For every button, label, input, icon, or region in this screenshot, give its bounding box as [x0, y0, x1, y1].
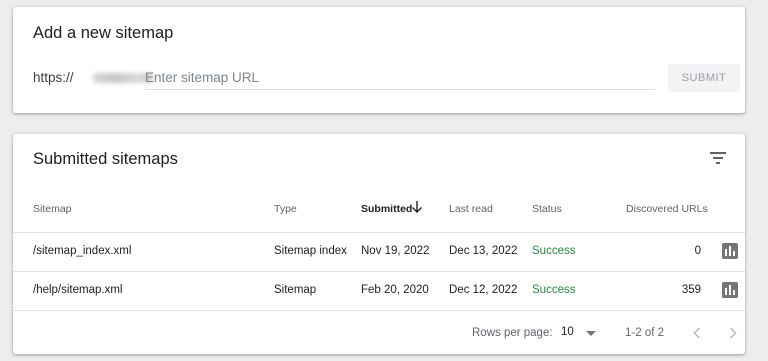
- add-sitemap-card: Add a new sitemap https:// SUBMIT: [13, 7, 745, 113]
- chevron-right-icon[interactable]: [723, 323, 743, 343]
- status-text: Success: [532, 284, 576, 296]
- pagination-range: 1-2 of 2: [625, 327, 664, 339]
- column-header-type[interactable]: Type: [274, 203, 297, 215]
- sitemap-path: /help/sitemap.xml: [33, 284, 123, 296]
- url-prefix: https://: [33, 70, 74, 85]
- add-sitemap-title: Add a new sitemap: [33, 24, 174, 42]
- column-header-discovered-urls[interactable]: Discovered URLs: [626, 203, 708, 215]
- sitemap-url-input[interactable]: [145, 65, 655, 90]
- filter-icon[interactable]: [708, 148, 730, 168]
- chevron-left-icon[interactable]: [687, 323, 707, 343]
- arrow-down-icon[interactable]: [411, 200, 423, 214]
- table-pagination: Rows per page: 10 1-2 of 2: [13, 310, 745, 355]
- discovered-urls-count: 0: [694, 245, 701, 257]
- bar-chart-icon[interactable]: [722, 282, 738, 298]
- table-row[interactable]: /sitemap_index.xml Sitemap index Nov 19,…: [13, 232, 745, 271]
- submitted-sitemaps-card: Submitted sitemaps Sitemap Type Submitte…: [13, 134, 745, 354]
- submitted-date: Nov 19, 2022: [361, 245, 430, 257]
- redacted-domain: [93, 73, 153, 83]
- table-row[interactable]: /help/sitemap.xml Sitemap Feb 20, 2020 D…: [13, 271, 745, 310]
- sitemap-type: Sitemap: [274, 284, 317, 296]
- column-header-status[interactable]: Status: [532, 203, 562, 215]
- discovered-urls-count: 359: [681, 284, 701, 296]
- chevron-down-icon: [586, 331, 596, 336]
- column-header-last-read[interactable]: Last read: [449, 203, 493, 215]
- sitemap-type: Sitemap index: [274, 245, 347, 257]
- rows-per-page-label: Rows per page:: [472, 327, 553, 339]
- bar-chart-icon[interactable]: [722, 243, 738, 259]
- rows-per-page-select[interactable]: 10: [561, 323, 601, 343]
- column-header-submitted[interactable]: Submitted: [361, 203, 412, 215]
- submit-button[interactable]: SUBMIT: [668, 64, 740, 92]
- last-read-date: Dec 12, 2022: [449, 284, 518, 296]
- submitted-date: Feb 20, 2020: [361, 284, 429, 296]
- status-text: Success: [532, 245, 576, 257]
- submitted-sitemaps-title: Submitted sitemaps: [33, 150, 178, 168]
- last-read-date: Dec 13, 2022: [449, 245, 518, 257]
- sitemap-path: /sitemap_index.xml: [33, 245, 132, 257]
- column-header-sitemap[interactable]: Sitemap: [33, 203, 72, 215]
- rows-per-page-value: 10: [561, 326, 574, 338]
